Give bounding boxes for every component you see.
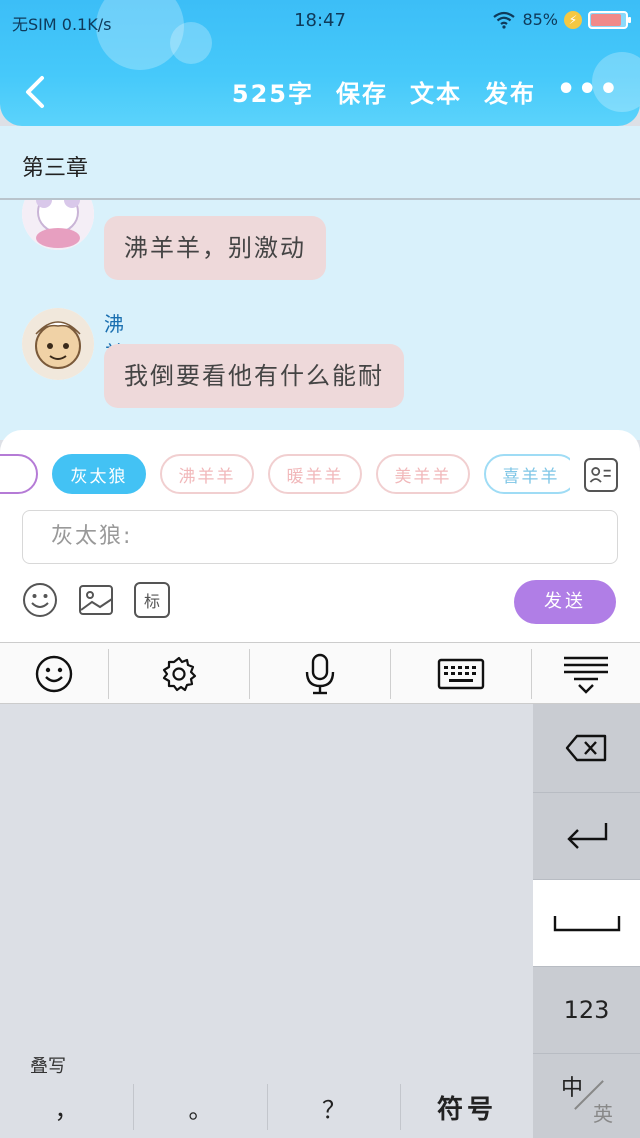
comma-key[interactable]: ， [0, 1076, 133, 1138]
battery-icon [588, 10, 631, 29]
chapter-bar: 第三章 [0, 126, 640, 200]
tag-button[interactable]: 标 [134, 582, 170, 618]
battery-percent: 85% [522, 10, 558, 29]
message-input[interactable]: 灰太狼: [22, 510, 618, 564]
app-header: 无SIM 0.1K/s 18:47 85% ⚡ 525字 保存 文本 发布 ••… [0, 0, 640, 126]
character-chip[interactable]: 美羊羊 [376, 454, 470, 494]
character-chip[interactable]: 喜羊羊 [484, 454, 570, 494]
text-button[interactable]: 文本 [410, 74, 462, 109]
character-avatar-icon [22, 308, 94, 380]
keyboard-voice-button[interactable] [250, 643, 390, 705]
back-icon[interactable] [18, 70, 52, 114]
keyboard-icon [437, 658, 485, 690]
handwriting-keyboard: 叠写 ， 。 ？ 符号 123 中 英 [0, 704, 640, 1138]
message-bubble[interactable]: 我倒要看他有什么能耐 [104, 344, 404, 408]
keyboard-layout-button[interactable] [391, 643, 531, 705]
wifi-icon [493, 11, 516, 29]
keyboard-toolbar [0, 642, 640, 704]
space-key[interactable] [533, 879, 640, 966]
period-key[interactable]: 。 [134, 1076, 267, 1138]
status-icons: 85% ⚡ [492, 10, 631, 29]
function-keys-column: 123 中 英 [533, 704, 640, 1138]
toolbar: 525字 保存 文本 发布 ••• [0, 60, 640, 124]
avatar[interactable] [22, 308, 94, 380]
character-chip[interactable]: 沸羊羊 [160, 454, 254, 494]
handwriting-area[interactable] [0, 704, 533, 1076]
hide-keyboard-icon [564, 656, 608, 694]
charging-icon: ⚡ [564, 10, 582, 29]
character-chip[interactable] [0, 454, 38, 494]
avatar[interactable] [22, 200, 94, 250]
backspace-icon [565, 734, 606, 762]
keyboard-emoji-button[interactable] [0, 643, 108, 705]
send-button[interactable]: 发送 [514, 580, 616, 624]
image-icon[interactable] [78, 582, 114, 618]
chat-area[interactable]: 沸羊羊，别激动 沸羊羊 我倒要看他有什么能耐 [0, 200, 640, 440]
microphone-icon [305, 653, 335, 695]
hide-keyboard-button[interactable] [532, 643, 640, 705]
gear-icon [162, 656, 197, 692]
composer-panel: 灰太狼 沸羊羊 暖羊羊 美羊羊 喜羊羊 灰太狼: 标 发送 [0, 430, 640, 642]
toolbar-actions: 525字 保存 文本 发布 [232, 74, 536, 109]
character-chip-selected[interactable]: 灰太狼 [52, 454, 146, 494]
more-menu-button[interactable]: ••• [556, 72, 620, 107]
word-count: 525字 [231, 80, 314, 108]
space-icon [553, 916, 620, 932]
numbers-key[interactable]: 123 [533, 966, 640, 1053]
backspace-key[interactable] [533, 704, 640, 792]
overwrite-mode-label[interactable]: 叠写 [30, 1052, 66, 1078]
contact-card-icon[interactable] [584, 458, 618, 492]
enter-key[interactable] [533, 792, 640, 879]
numbers-key-label: 123 [563, 996, 610, 1024]
chapter-title[interactable]: 第三章 [22, 150, 88, 182]
punctuation-row: ， 。 ？ 符号 [0, 1076, 533, 1138]
question-key[interactable]: ？ [268, 1076, 400, 1138]
lang-zh-label: 中 [561, 1076, 584, 1101]
language-switch-key[interactable]: 中 英 [533, 1053, 640, 1138]
character-avatar-icon [22, 200, 94, 250]
keyboard-settings-button[interactable] [109, 643, 249, 705]
publish-button[interactable]: 发布 [484, 74, 536, 109]
character-chip[interactable]: 暖羊羊 [268, 454, 362, 494]
lang-en-label: 英 [593, 1102, 613, 1126]
character-selector: 灰太狼 沸羊羊 暖羊羊 美羊羊 喜羊羊 [0, 454, 570, 498]
emoji-icon[interactable] [22, 582, 58, 618]
emoji-icon [35, 655, 73, 693]
message-bubble[interactable]: 沸羊羊，别激动 [104, 216, 326, 280]
status-bar: 无SIM 0.1K/s 18:47 85% ⚡ [0, 0, 640, 42]
save-button[interactable]: 保存 [336, 74, 388, 109]
symbols-key[interactable]: 符号 [401, 1076, 533, 1138]
enter-icon [566, 823, 607, 849]
